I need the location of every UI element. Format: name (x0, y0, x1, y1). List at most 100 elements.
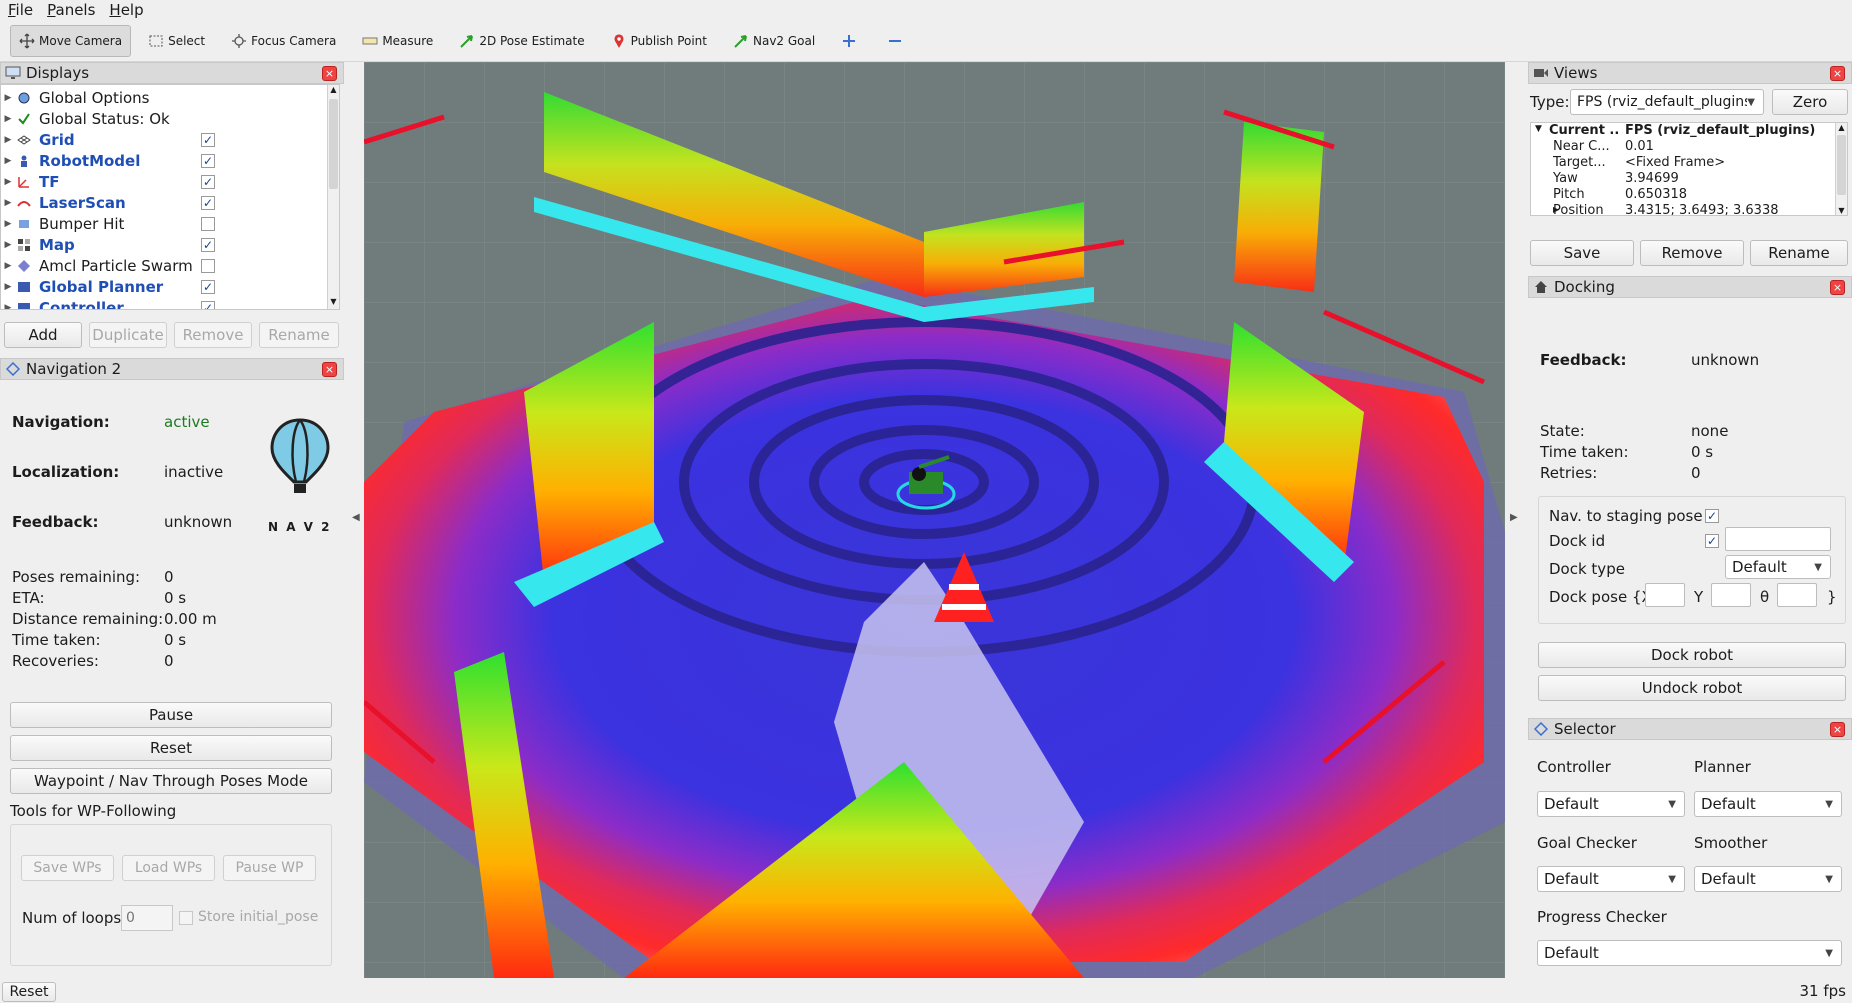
dock-id-checkbox[interactable]: ✓ (1705, 534, 1719, 548)
dock-id-input[interactable] (1725, 527, 1831, 551)
undock-robot-button[interactable]: Undock robot (1538, 675, 1846, 701)
pause-wp-button[interactable]: Pause WP (223, 855, 316, 881)
smoother-select[interactable]: Default ▼ (1694, 866, 1842, 892)
nav-staging-label: Nav. to staging pose (1549, 507, 1703, 525)
rename-display-button[interactable]: Rename (259, 322, 339, 348)
save-wps-button[interactable]: Save WPs (21, 855, 114, 881)
display-enable-checkbox[interactable]: ✓ (201, 175, 215, 189)
zero-button[interactable]: Zero (1772, 89, 1848, 115)
expand-arrow-icon[interactable]: ▶ (1, 114, 15, 124)
menu-help[interactable]: Help (109, 1, 143, 19)
display-item-grid[interactable]: ▶ Grid ✓ (1, 129, 339, 150)
views-scrollbar[interactable]: ▲ ▼ (1835, 123, 1847, 215)
display-enable-checkbox[interactable] (201, 259, 215, 273)
close-icon[interactable]: × (1830, 66, 1845, 81)
display-item-laserscan[interactable]: ▶ LaserScan ✓ (1, 192, 339, 213)
view-property-value: <Fixed Frame> (1625, 155, 1726, 170)
add-display-button[interactable]: Add (4, 322, 82, 348)
view-property-row[interactable]: Target... <Fixed Frame> (1531, 155, 1847, 171)
expand-arrow-icon[interactable]: ▶ (1, 177, 15, 187)
publish-point-tool[interactable]: Publish Point (602, 25, 716, 57)
duplicate-display-button[interactable]: Duplicate (89, 322, 167, 348)
expand-arrow-icon[interactable]: ▶ (1, 219, 15, 229)
expand-arrow-icon[interactable]: ▶ (1, 240, 15, 250)
display-item-global-status-ok[interactable]: ▶ Global Status: Ok (1, 108, 339, 129)
select-tool[interactable]: Select (139, 25, 214, 57)
display-item-global-planner[interactable]: ▶ Global Planner ✓ (1, 276, 339, 297)
planner-select[interactable]: Default ▼ (1694, 791, 1842, 817)
nav2-goal-tool[interactable]: Nav2 Goal (724, 25, 824, 57)
reset-button[interactable]: Reset (10, 735, 332, 761)
view-property-row[interactable]: Pitch 0.650318 (1531, 187, 1847, 203)
display-item-controller[interactable]: ▶ Controller ✓ (1, 297, 339, 310)
views-remove-button[interactable]: Remove (1640, 240, 1744, 266)
load-wps-button[interactable]: Load WPs (122, 855, 215, 881)
expand-arrow-icon[interactable]: ▶ (1, 198, 15, 208)
pause-button[interactable]: Pause (10, 702, 332, 728)
3d-viewport[interactable] (364, 62, 1505, 978)
view-property-row[interactable]: ▼ Current ... FPS (rviz_default_plugins) (1531, 123, 1847, 139)
goal-checker-select[interactable]: Default ▼ (1537, 866, 1685, 892)
expand-arrow-icon[interactable]: ▶ (1, 93, 15, 103)
remove-display-button[interactable]: Remove (174, 322, 252, 348)
display-enable-checkbox[interactable]: ✓ (201, 238, 215, 252)
expand-arrow-icon[interactable]: ▶ (1, 282, 15, 292)
left-splitter-arrow-icon[interactable]: ◀ (352, 512, 360, 523)
display-enable-checkbox[interactable]: ✓ (201, 196, 215, 210)
close-icon[interactable]: × (1830, 280, 1845, 295)
progress-checker-select[interactable]: Default ▼ (1537, 940, 1842, 966)
views-rename-button[interactable]: Rename (1750, 240, 1848, 266)
menu-panels[interactable]: Panels (47, 1, 95, 19)
display-enable-checkbox[interactable]: ✓ (201, 154, 215, 168)
expand-arrow-icon[interactable]: ▶ (1, 156, 15, 166)
store-initial-pose-checkbox[interactable] (179, 911, 193, 925)
close-icon[interactable]: × (322, 362, 337, 377)
display-item-global-options[interactable]: ▶ Global Options (1, 87, 339, 108)
display-type-icon (15, 111, 33, 127)
dock-type-value: Default (1732, 558, 1787, 576)
right-splitter-arrow-icon[interactable]: ▶ (1510, 512, 1518, 523)
expand-arrow-icon[interactable]: ▶ (1, 303, 15, 310)
add-tool-button[interactable] (832, 25, 870, 57)
view-property-row[interactable]: Yaw 3.94699 (1531, 171, 1847, 187)
dock-pose-y-input[interactable] (1711, 583, 1751, 607)
num-loops-label: Num of loops (22, 909, 122, 927)
close-icon[interactable]: × (1830, 722, 1845, 737)
expand-arrow-icon[interactable]: ▶ (1, 261, 15, 271)
expand-arrow-icon[interactable]: ▶ (1, 135, 15, 145)
display-enable-checkbox[interactable] (201, 217, 215, 231)
display-item-map[interactable]: ▶ Map ✓ (1, 234, 339, 255)
display-type-icon (15, 174, 33, 190)
recoveries-value: 0 (164, 652, 174, 670)
pose-estimate-tool[interactable]: 2D Pose Estimate (450, 25, 593, 57)
waypoint-mode-button[interactable]: Waypoint / Nav Through Poses Mode (10, 768, 332, 794)
remove-tool-button[interactable] (878, 25, 916, 57)
display-enable-checkbox[interactable]: ✓ (201, 133, 215, 147)
menu-file[interactable]: File (8, 1, 33, 19)
display-enable-checkbox[interactable]: ✓ (201, 280, 215, 294)
display-item-amcl-particle-swarm[interactable]: ▶ Amcl Particle Swarm (1, 255, 339, 276)
tree-scrollbar[interactable]: ▲ ▼ (327, 85, 339, 309)
dock-pose-theta-input[interactable] (1777, 583, 1817, 607)
dock-type-select[interactable]: Default ▼ (1725, 555, 1831, 579)
controller-select[interactable]: Default ▼ (1537, 791, 1685, 817)
num-loops-input[interactable] (121, 905, 173, 931)
nav-staging-checkbox[interactable]: ✓ (1705, 509, 1719, 523)
green-arrow-icon (459, 33, 475, 49)
views-type-select[interactable]: FPS (rviz_default_plugins ▼ (1570, 89, 1764, 115)
move-camera-tool[interactable]: Move Camera (10, 24, 132, 57)
close-icon[interactable]: × (322, 66, 337, 81)
display-item-tf[interactable]: ▶ TF ✓ (1, 171, 339, 192)
display-item-bumper-hit[interactable]: ▶ Bumper Hit (1, 213, 339, 234)
focus-camera-tool[interactable]: Focus Camera (222, 25, 345, 57)
dock-pose-x-input[interactable] (1645, 583, 1685, 607)
dock-robot-button[interactable]: Dock robot (1538, 642, 1846, 668)
view-property-row[interactable]: ▶ Position 3.4315; 3.6493; 3.6338 (1531, 203, 1847, 215)
measure-tool[interactable]: Measure (353, 25, 442, 57)
collapse-arrow-icon[interactable]: ▼ (1535, 124, 1542, 134)
view-property-row[interactable]: Near C... 0.01 (1531, 139, 1847, 155)
status-reset-button[interactable]: Reset (2, 982, 56, 1002)
views-save-button[interactable]: Save (1530, 240, 1634, 266)
display-item-robotmodel[interactable]: ▶ RobotModel ✓ (1, 150, 339, 171)
display-enable-checkbox[interactable]: ✓ (201, 301, 215, 309)
